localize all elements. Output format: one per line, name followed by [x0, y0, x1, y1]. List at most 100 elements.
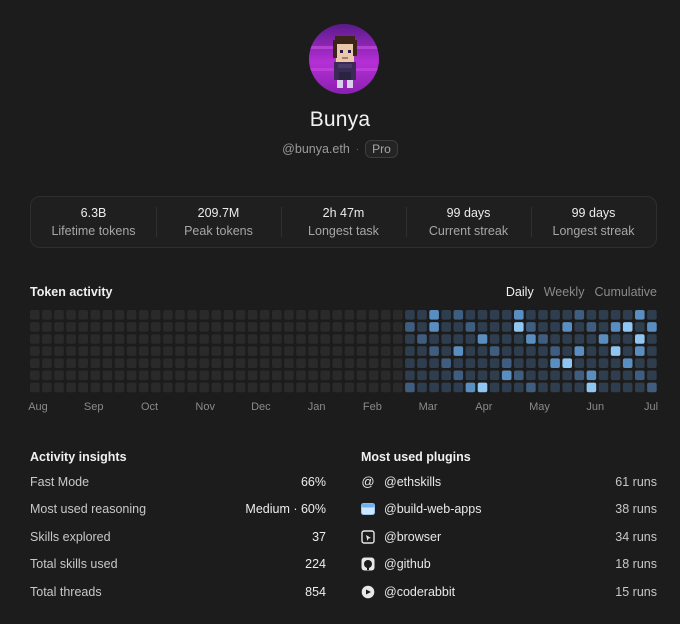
heatmap-cell: [610, 346, 621, 356]
heatmap-cell: [380, 346, 391, 356]
heatmap-cell: [30, 358, 40, 368]
heatmap-cell: [296, 370, 306, 381]
heatmap-cell: [175, 382, 185, 393]
heatmap-cell: [550, 370, 560, 381]
heatmap-cell: [332, 358, 343, 368]
heatmap-cell: [393, 310, 403, 320]
heatmap-cell: [465, 322, 476, 332]
plugin-name: @github: [384, 557, 431, 572]
heatmap-cell: [550, 346, 560, 356]
heatmap-cell: [429, 346, 439, 356]
plugin-row-github[interactable]: @github 18 runs: [361, 551, 657, 579]
heatmap-cell: [175, 370, 185, 381]
heatmap-cell: [90, 370, 101, 381]
heatmap-cell: [235, 358, 246, 368]
heatmap-cell: [405, 346, 415, 356]
heatmap-cell: [501, 370, 512, 381]
plugin-row-ethskills[interactable]: @ @ethskills 61 runs: [361, 468, 657, 496]
heatmap-cell: [393, 382, 403, 393]
coderabbit-icon: [361, 585, 375, 599]
heatmap-cell: [151, 322, 161, 332]
heatmap-cell: [284, 358, 294, 368]
plugin-runs: 15 runs: [615, 584, 657, 599]
plugin-name: @ethskills: [384, 474, 442, 489]
heatmap-cell: [66, 382, 76, 393]
heatmap-cell: [102, 382, 113, 393]
heatmap-cell: [284, 370, 294, 381]
heatmap-cell: [405, 382, 415, 393]
heatmap-cell: [54, 322, 64, 332]
tab-cumulative[interactable]: Cumulative: [594, 285, 657, 299]
heatmap-cell: [610, 382, 621, 393]
heatmap-cell: [465, 382, 476, 393]
heatmap-cell: [320, 346, 330, 356]
heatmap-cell: [308, 334, 318, 344]
heatmap-cell: [368, 346, 379, 356]
heatmap-cell: [151, 334, 161, 344]
tab-weekly[interactable]: Weekly: [544, 285, 585, 299]
heatmap-cell: [175, 358, 185, 368]
stat-label: Longest streak: [552, 224, 635, 238]
activity-heatmap: [30, 310, 657, 393]
month-label: Dec: [251, 401, 271, 413]
heatmap-cell: [211, 382, 222, 393]
insight-row-reasoning: Most used reasoning Medium · 60%: [30, 496, 326, 524]
heatmap-cell: [30, 334, 40, 344]
heatmap-cell: [114, 370, 125, 381]
heatmap-cell: [54, 310, 64, 320]
heatmap-cell: [126, 346, 137, 356]
heatmap-cell: [151, 358, 161, 368]
heatmap-cell: [501, 346, 512, 356]
heatmap-cell: [538, 382, 548, 393]
heatmap-cell: [344, 346, 355, 356]
heatmap-cell: [284, 310, 294, 320]
heatmap-cell: [42, 310, 52, 320]
plugin-row-build-web-apps[interactable]: @build-web-apps 38 runs: [361, 496, 657, 524]
heatmap-cell: [429, 310, 439, 320]
heatmap-cell: [114, 382, 125, 393]
heatmap-cell: [30, 382, 40, 393]
heatmap-cell: [441, 358, 451, 368]
heatmap-cell: [66, 334, 76, 344]
browser-icon: [361, 530, 375, 544]
heatmap-cell: [332, 346, 343, 356]
heatmap-cell: [138, 334, 149, 344]
heatmap-cell: [199, 310, 209, 320]
heatmap-cell: [42, 370, 52, 381]
insight-label: Total skills used: [30, 557, 118, 572]
insight-row-total-threads: Total threads 854: [30, 578, 326, 606]
heatmap-cell: [368, 310, 379, 320]
heatmap-cell: [380, 310, 391, 320]
heatmap-cell: [574, 370, 585, 381]
heatmap-cell: [151, 382, 161, 393]
heatmap-cell: [586, 382, 597, 393]
heatmap-cell: [441, 334, 451, 344]
insight-label: Fast Mode: [30, 474, 90, 489]
heatmap-cell: [477, 310, 488, 320]
heatmap-cell: [574, 358, 585, 368]
plugin-row-browser[interactable]: @browser 34 runs: [361, 523, 657, 551]
avatar-pixel-art: [309, 36, 379, 88]
heatmap-cell: [211, 370, 222, 381]
heatmap-cell: [417, 382, 427, 393]
heatmap-cell: [151, 346, 161, 356]
heatmap-cell: [489, 382, 500, 393]
heatmap-cell: [635, 322, 645, 332]
heatmap-cell: [163, 382, 173, 393]
heatmap-cell: [429, 358, 439, 368]
plugin-row-coderabbit[interactable]: @coderabbit 15 runs: [361, 578, 657, 606]
heatmap-cell: [356, 346, 367, 356]
heatmap-cell: [272, 358, 282, 368]
heatmap-cell: [308, 322, 318, 332]
heatmap-cell: [66, 370, 76, 381]
heatmap-cell: [526, 322, 536, 332]
heatmap-cell: [501, 382, 512, 393]
stat-value: 99 days: [571, 206, 616, 220]
tab-daily[interactable]: Daily: [506, 285, 534, 299]
heatmap-cell: [647, 310, 657, 320]
heatmap-cell: [90, 346, 101, 356]
heatmap-cell: [489, 334, 500, 344]
heatmap-cell: [538, 370, 548, 381]
heatmap-cell: [284, 346, 294, 356]
heatmap-cell: [477, 358, 488, 368]
